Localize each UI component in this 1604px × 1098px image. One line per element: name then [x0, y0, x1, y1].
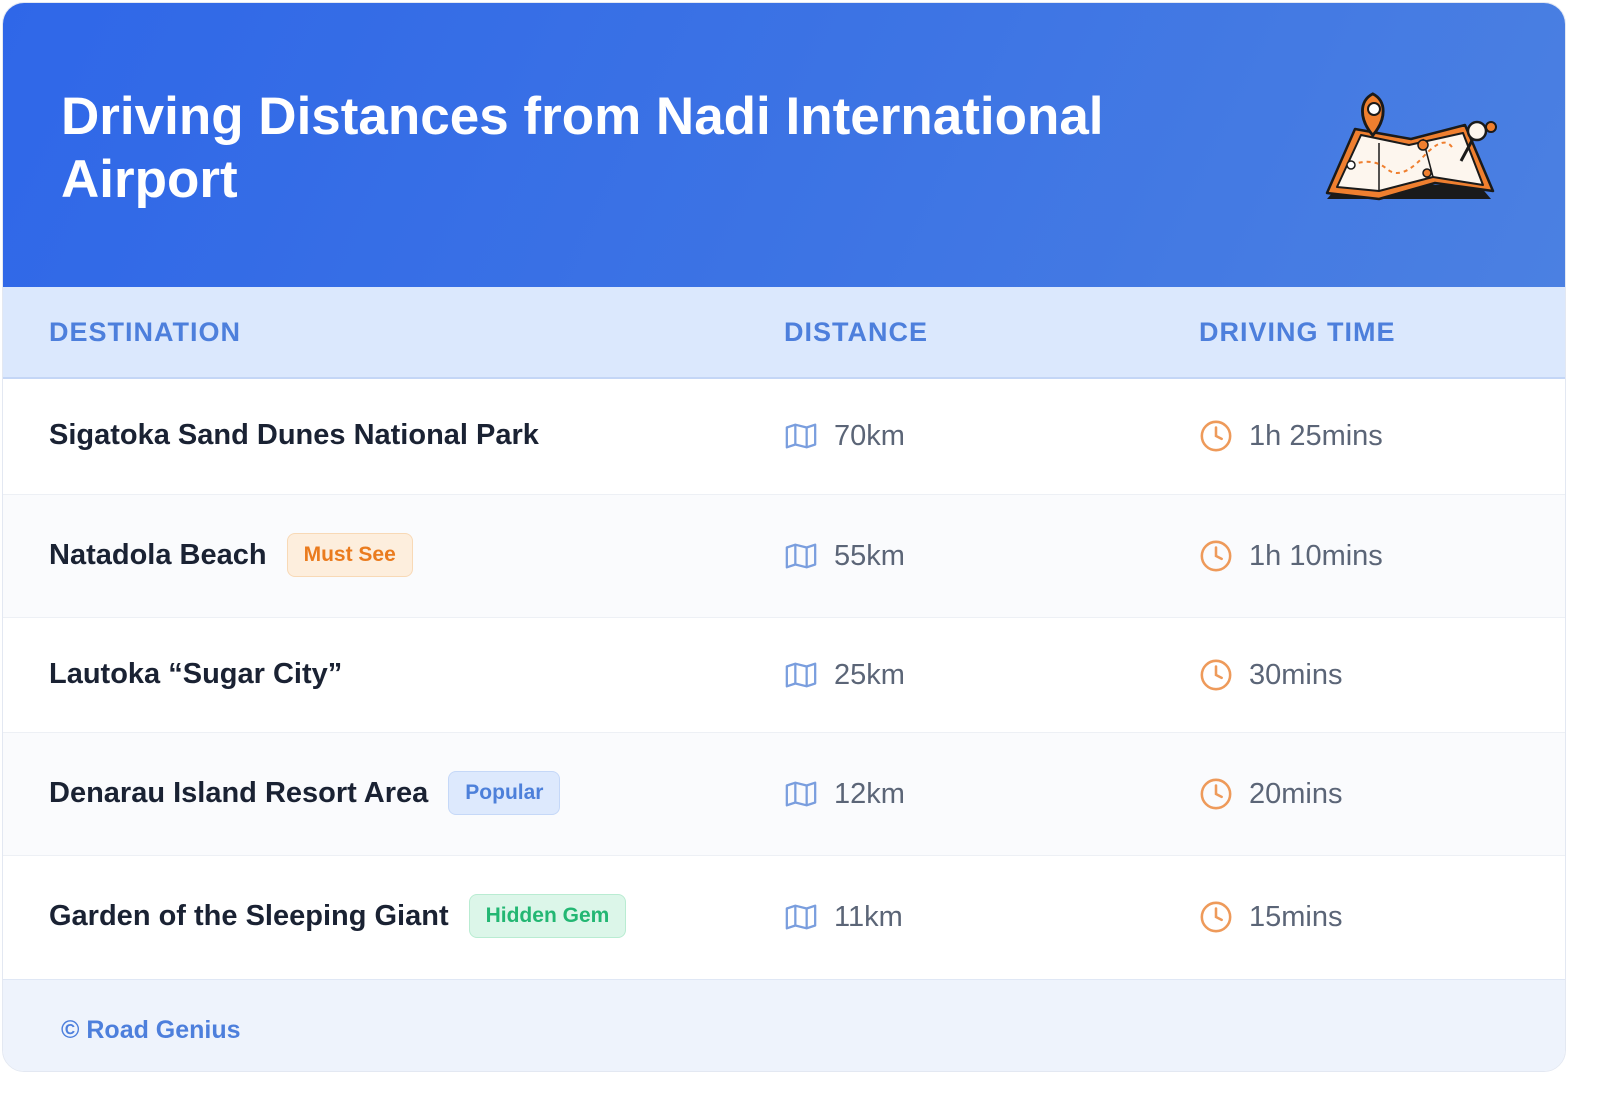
distance-cell: 25km — [784, 658, 905, 692]
distance-value: 55km — [834, 539, 905, 572]
table-header: DESTINATION DISTANCE DRIVING TIME — [3, 287, 1565, 379]
destination-cell: Garden of the Sleeping Giant Hidden Gem — [49, 894, 627, 938]
clock-icon — [1200, 420, 1232, 452]
destination-name: Garden of the Sleeping Giant — [49, 899, 449, 932]
distance-value: 11km — [834, 900, 903, 933]
clock-icon — [1200, 778, 1232, 810]
column-header-distance: DISTANCE — [784, 317, 929, 347]
map-icon — [785, 662, 817, 688]
column-header-driving-time: DRIVING TIME — [1199, 317, 1396, 347]
destination-cell: Natadola Beach Must See — [49, 533, 413, 577]
footer-credit: © Road Genius — [61, 1016, 241, 1044]
card-header: Driving Distances from Nadi Internationa… — [3, 3, 1565, 287]
distance-cell: 70km — [784, 419, 905, 453]
time-cell: 1h 10mins — [1199, 539, 1383, 573]
time-value: 30mins — [1249, 658, 1343, 691]
time-value: 1h 25mins — [1249, 419, 1383, 452]
table-row: Sigatoka Sand Dunes National Park 70km 1… — [3, 379, 1565, 495]
hidden-gem-badge: Hidden Gem — [468, 894, 627, 938]
table-row: Lautoka “Sugar City” 25km 30mins — [3, 618, 1565, 733]
popular-badge: Popular — [448, 771, 561, 815]
distance-cell: 11km — [784, 900, 903, 934]
destination-name: Lautoka “Sugar City” — [49, 658, 343, 690]
map-with-pin-icon — [1325, 92, 1497, 201]
clock-icon — [1200, 901, 1232, 933]
table-row: Garden of the Sleeping Giant Hidden Gem … — [3, 856, 1565, 979]
distance-value: 70km — [834, 419, 905, 452]
distance-cell: 12km — [784, 777, 905, 811]
clock-icon — [1200, 659, 1232, 691]
map-icon — [785, 543, 817, 569]
time-value: 1h 10mins — [1249, 539, 1383, 572]
destination-name: Denarau Island Resort Area — [49, 776, 429, 809]
destination-name: Natadola Beach — [49, 538, 267, 571]
destination-cell: Sigatoka Sand Dunes National Park — [49, 419, 539, 452]
map-icon — [785, 423, 817, 449]
column-header-destination: DESTINATION — [49, 317, 241, 347]
time-cell: 20mins — [1199, 777, 1343, 811]
time-value: 20mins — [1249, 777, 1343, 810]
time-value: 15mins — [1249, 900, 1343, 933]
table-row: Natadola Beach Must See 55km 1h 10mins — [3, 495, 1565, 618]
destination-cell: Lautoka “Sugar City” — [49, 658, 342, 691]
clock-icon — [1200, 540, 1232, 572]
time-cell: 15mins — [1199, 900, 1343, 934]
time-cell: 1h 25mins — [1199, 419, 1383, 453]
distance-cell: 55km — [784, 539, 905, 573]
time-cell: 30mins — [1199, 658, 1343, 692]
page-title: Driving Distances from Nadi Internationa… — [61, 87, 1104, 209]
must-see-badge: Must See — [286, 533, 413, 577]
distance-card: Driving Distances from Nadi Internationa… — [2, 2, 1566, 1072]
card-footer: © Road Genius — [3, 979, 1565, 1071]
map-icon — [785, 904, 817, 930]
table-row: Denarau Island Resort Area Popular 12km … — [3, 733, 1565, 856]
distance-value: 25km — [834, 658, 905, 691]
distance-value: 12km — [834, 777, 905, 810]
destination-cell: Denarau Island Resort Area Popular — [49, 771, 561, 815]
destination-name: Sigatoka Sand Dunes National Park — [49, 419, 539, 451]
map-icon — [785, 781, 817, 807]
